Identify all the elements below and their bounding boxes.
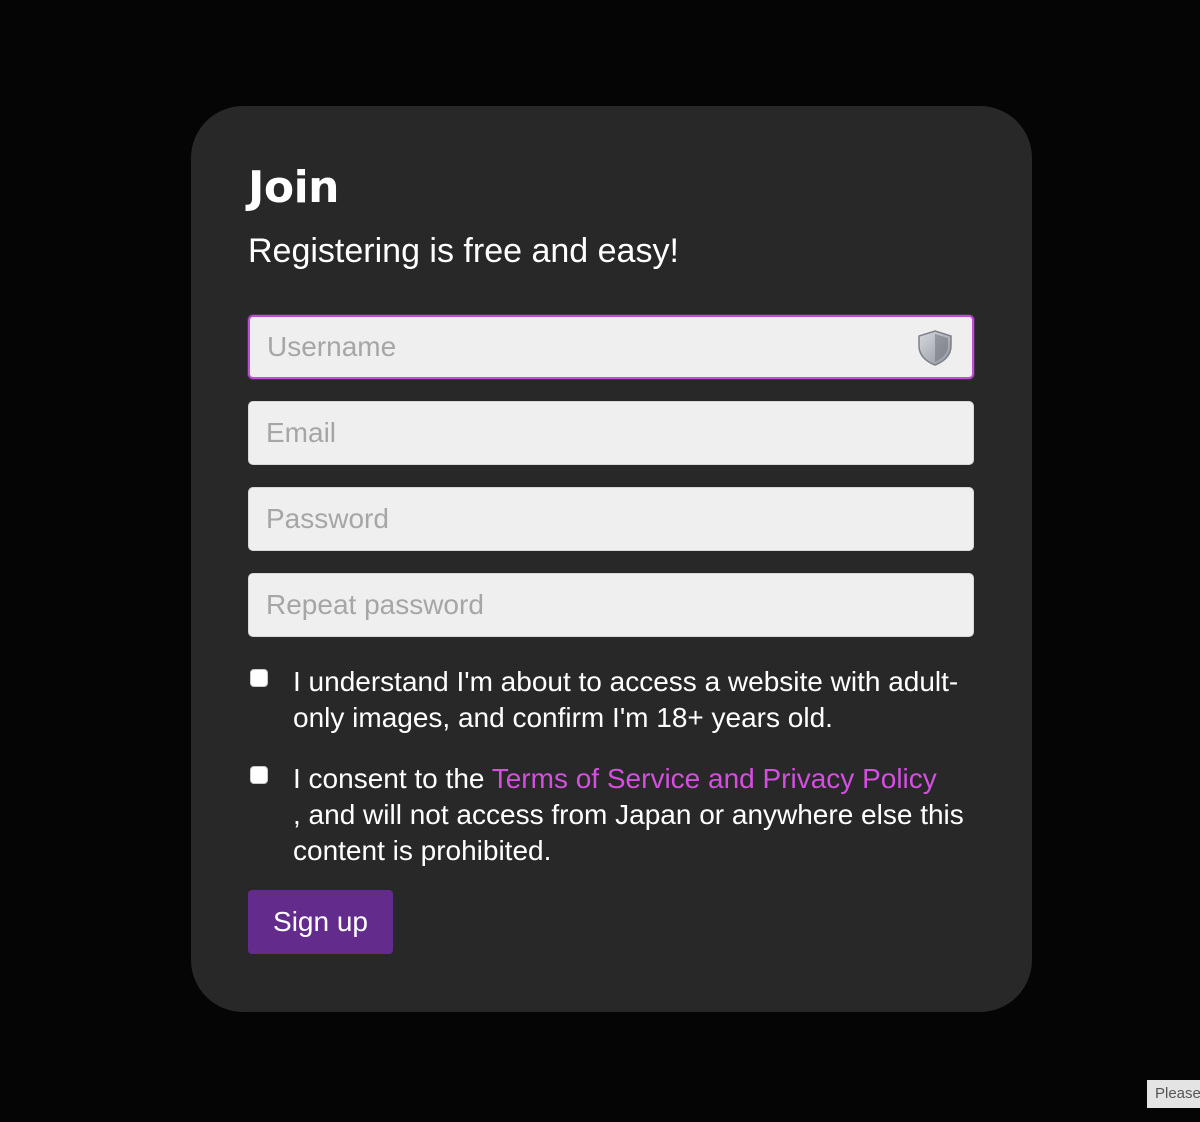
username-input[interactable] [248,315,974,379]
shield-icon[interactable] [915,329,955,367]
age-consent-label: I understand I'm about to access a websi… [293,666,959,733]
password-input[interactable] [248,487,974,551]
terms-consent-prefix: I consent to the [293,763,492,794]
email-input[interactable] [248,401,974,465]
sign-up-button[interactable]: Sign up [248,890,393,954]
page-title: Join [248,162,340,213]
corner-badge[interactable]: Please [1147,1080,1200,1108]
page-subtitle: Registering is free and easy! [248,232,679,270]
terms-consent-checkbox[interactable] [250,766,268,784]
age-consent-checkbox[interactable] [250,669,268,687]
terms-consent-label: I consent to the Terms of Service and Pr… [293,761,983,869]
terms-privacy-link[interactable]: Terms of Service and Privacy Policy [492,763,937,794]
terms-consent-suffix: , and will not access from Japan or anyw… [293,799,964,866]
repeat-password-input[interactable] [248,573,974,637]
join-card: Join Registering is free and easy! I und… [191,106,1032,1012]
